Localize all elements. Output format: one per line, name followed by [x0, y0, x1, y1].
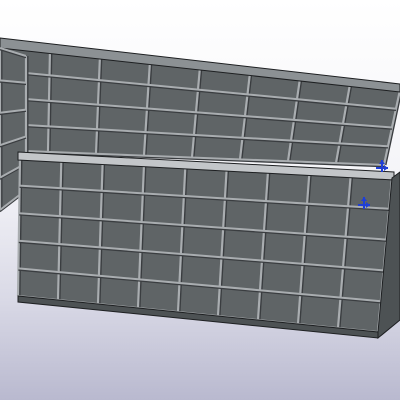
marker-arrowhead	[384, 165, 388, 171]
front-wall[interactable]	[16, 151, 400, 340]
cad-model-scene[interactable]	[0, 0, 400, 400]
graphics-viewport[interactable]	[0, 0, 400, 400]
back-wall[interactable]	[0, 37, 400, 168]
